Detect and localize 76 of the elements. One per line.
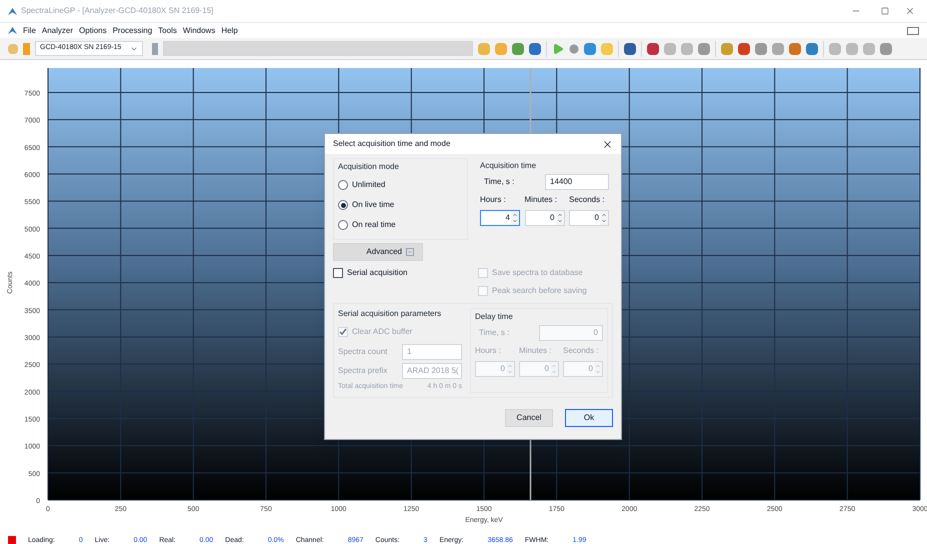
menu-item[interactable]: Analyzer [42,24,74,36]
cancel-button[interactable]: Cancel [505,408,553,426]
dialog-title: Select acquisition time and mode [333,138,450,150]
advanced-button[interactable]: Advanced [333,243,423,261]
tool-icon[interactable] [624,42,636,54]
tool-icon[interactable] [584,42,596,54]
connect-icon[interactable] [8,44,18,54]
radio-button[interactable] [338,220,348,230]
field-label: Time, s : [479,327,510,339]
group-title: Serial acquisition parameters [338,308,442,320]
up-icon [601,212,607,218]
tool-icon[interactable] [529,42,541,54]
radio-label: Unlimited [352,179,386,191]
tool-icon[interactable] [647,42,659,54]
up-icon [507,363,513,369]
app-logo-icon [8,6,17,16]
field-label: Seconds : [563,345,599,357]
expand-icon [406,248,414,256]
spin-field[interactable]: 0 [524,210,564,226]
down-icon [507,369,513,375]
tool-icon[interactable] [698,42,710,54]
down-icon [601,218,607,224]
tool-icon[interactable] [512,42,524,54]
menu-item[interactable]: Windows [182,24,216,36]
menu-item[interactable]: Tools [158,24,177,36]
checkbox-label: Save spectra to database [492,267,583,279]
field-label: Seconds : [569,194,605,206]
field-label: Minutes : [524,194,557,206]
checkbox-label: Peak search before saving [492,285,587,297]
detector-icon[interactable] [152,42,158,54]
time-field[interactable]: 14400 [545,174,609,190]
field-label: Hours : [475,345,501,357]
status-indicator [8,536,16,544]
group-title: Acquisition mode [338,161,400,173]
restore-icon[interactable] [907,26,919,34]
spin-field[interactable]: 4 [480,210,520,226]
field-label: Spectra count [338,346,388,358]
up-icon [556,212,562,218]
window-title: SpectraLineGP - [Analyzer-GCD-40180X SN 2169-15] [21,5,214,17]
maximize-icon[interactable] [881,7,889,15]
tool-icon[interactable] [880,42,892,54]
tool-icon[interactable] [806,42,818,54]
tool-icon[interactable] [789,42,801,54]
record-icon[interactable] [569,44,579,54]
menu-item[interactable]: Processing [112,24,152,36]
menu-item[interactable]: File [23,24,36,36]
checkbox-label: Clear ADC buffer [352,326,412,338]
tool-icon[interactable] [755,42,767,54]
down-icon [512,218,518,224]
radio-button[interactable] [338,200,348,210]
app-logo-icon [8,26,17,35]
menu-item[interactable]: Options [79,24,107,36]
radio-button[interactable] [338,180,348,190]
spin-field[interactable]: 0 [569,210,609,226]
menu-item[interactable]: Help [221,24,238,36]
field-label: Time, s : [484,176,514,188]
down-icon [556,218,562,224]
play-icon[interactable] [552,42,564,54]
down-icon [551,369,557,375]
field-label: Minutes : [519,345,552,357]
group-title: Delay time [475,311,514,323]
device-icon[interactable] [23,42,30,54]
ok-button[interactable]: Ok [565,408,613,426]
radio-label: On real time [352,219,396,231]
field-label: Spectra prefix [338,365,388,377]
checkbox[interactable] [333,268,343,278]
up-icon [512,212,518,218]
up-icon [595,363,601,369]
field-label: Hours : [480,194,506,206]
checkbox-label: Serial acquisition [347,267,408,279]
up-icon [551,363,557,369]
group-title: Acquisition time [480,160,538,172]
radio-label: On live time [352,199,394,211]
close-icon[interactable] [602,138,613,150]
tool-icon[interactable] [738,42,750,54]
down-icon [595,369,601,375]
